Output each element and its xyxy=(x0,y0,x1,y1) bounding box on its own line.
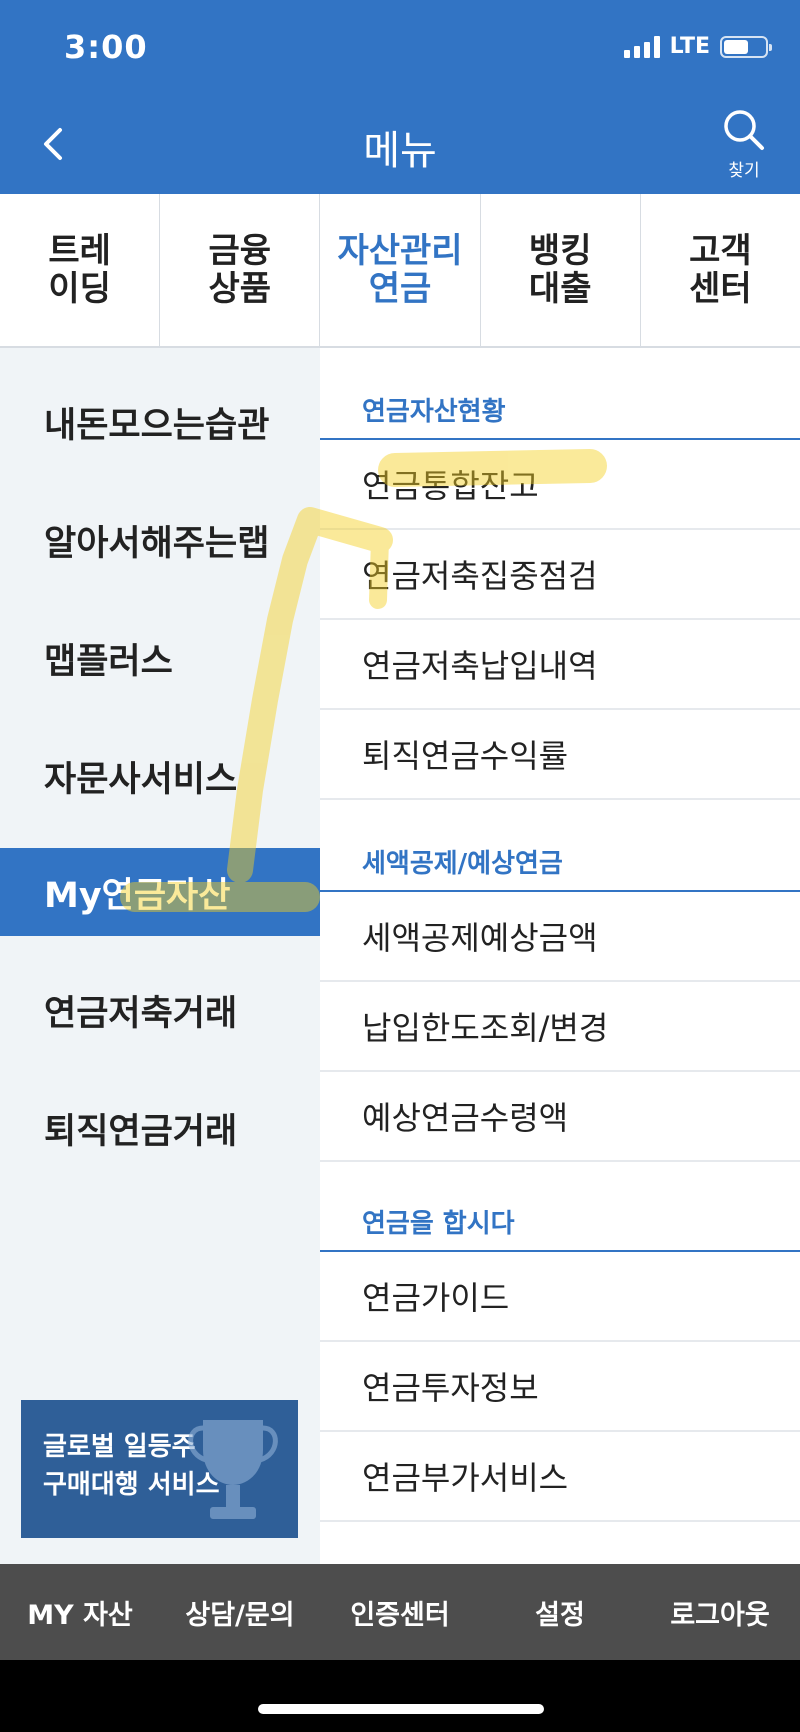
menu-item-expected-pension[interactable]: 예상연금수령액 xyxy=(320,1072,800,1162)
menu-item-payment-limit[interactable]: 납입한도조회/변경 xyxy=(320,982,800,1072)
sidebar-item-wrap-account[interactable]: 알아서해주는랩 xyxy=(0,496,320,584)
menu-item-pension-balance[interactable]: 연금통합잔고 xyxy=(320,440,800,530)
tab-financial-products[interactable]: 금융 상품 xyxy=(160,194,321,346)
sidebar-item-advisory[interactable]: 자문사서비스 xyxy=(0,732,320,820)
bottom-nav: MY 자산 상담/문의 인증센터 설정 로그아웃 xyxy=(0,1564,800,1660)
menu-item-pension-guide[interactable]: 연금가이드 xyxy=(320,1252,800,1342)
sidebar-item-savings-habit[interactable]: 내돈모으는습관 xyxy=(0,378,320,466)
status-time: 3:00 xyxy=(64,28,148,66)
bottom-nav-consult[interactable]: 상담/문의 xyxy=(160,1564,320,1660)
bottom-nav-logout[interactable]: 로그아웃 xyxy=(640,1564,800,1660)
menu-item-payment-history[interactable]: 연금저축납입내역 xyxy=(320,620,800,710)
app-header: 메뉴 찾기 xyxy=(0,96,800,194)
status-bar: 3:00 LTE xyxy=(0,0,800,96)
home-indicator[interactable] xyxy=(258,1704,544,1714)
tab-customer-center[interactable]: 고객 센터 xyxy=(641,194,800,346)
menu-item-investment-info[interactable]: 연금투자정보 xyxy=(320,1342,800,1432)
category-tabs: 트레 이딩 금융 상품 자산관리 연금 뱅킹 대출 고객 센터 xyxy=(0,194,800,348)
trophy-icon xyxy=(188,1420,278,1519)
menu-item-retirement-return[interactable]: 퇴직연금수익률 xyxy=(320,710,800,800)
network-label: LTE xyxy=(669,34,710,59)
home-indicator-area xyxy=(0,1660,800,1732)
signal-icon xyxy=(623,35,660,58)
battery-icon xyxy=(720,35,772,58)
section-header-pension-status: 연금자산현황 xyxy=(320,348,800,440)
submenu: 연금자산현황 연금통합잔고 연금저축집중점검 연금저축납입내역 퇴직연금수익률 … xyxy=(320,348,800,1564)
status-indicators: LTE xyxy=(623,34,772,59)
search-button[interactable]: 찾기 xyxy=(712,106,776,186)
sidebar-item-map-plus[interactable]: 맵플러스 xyxy=(0,614,320,702)
sidebar-item-retirement-pension-trade[interactable]: 퇴직연금거래 xyxy=(0,1084,320,1172)
page-title: 메뉴 xyxy=(363,128,437,174)
section-header-tax-deduction: 세액공제/예상연금 xyxy=(320,800,800,892)
bottom-nav-settings[interactable]: 설정 xyxy=(480,1564,640,1660)
search-label: 찾기 xyxy=(728,161,760,181)
promo-banner[interactable]: 글로벌 일등주 구매대행 서비스 xyxy=(21,1400,298,1538)
tab-asset-pension[interactable]: 자산관리 연금 xyxy=(320,194,481,346)
section-header-lets-pension: 연금을 합시다 xyxy=(320,1160,800,1252)
search-icon xyxy=(724,110,764,150)
menu-item-extra-services[interactable]: 연금부가서비스 xyxy=(320,1432,800,1522)
menu-item-tax-estimate[interactable]: 세액공제예상금액 xyxy=(320,892,800,982)
sidebar-item-pension-savings-trade[interactable]: 연금저축거래 xyxy=(0,966,320,1054)
tab-banking-loan[interactable]: 뱅킹 대출 xyxy=(481,194,641,346)
sidebar-item-my-pension[interactable]: My연금자산 xyxy=(0,848,320,936)
menu-item-pension-checkup[interactable]: 연금저축집중점검 xyxy=(320,530,800,620)
sidebar: 내돈모으는습관 알아서해주는랩 맵플러스 자문사서비스 My연금자산 연금저축거… xyxy=(0,348,320,1564)
tab-trading[interactable]: 트레 이딩 xyxy=(0,194,161,346)
bottom-nav-certificate-center[interactable]: 인증센터 xyxy=(320,1564,480,1660)
bottom-nav-my-assets[interactable]: MY 자산 xyxy=(0,1564,160,1660)
